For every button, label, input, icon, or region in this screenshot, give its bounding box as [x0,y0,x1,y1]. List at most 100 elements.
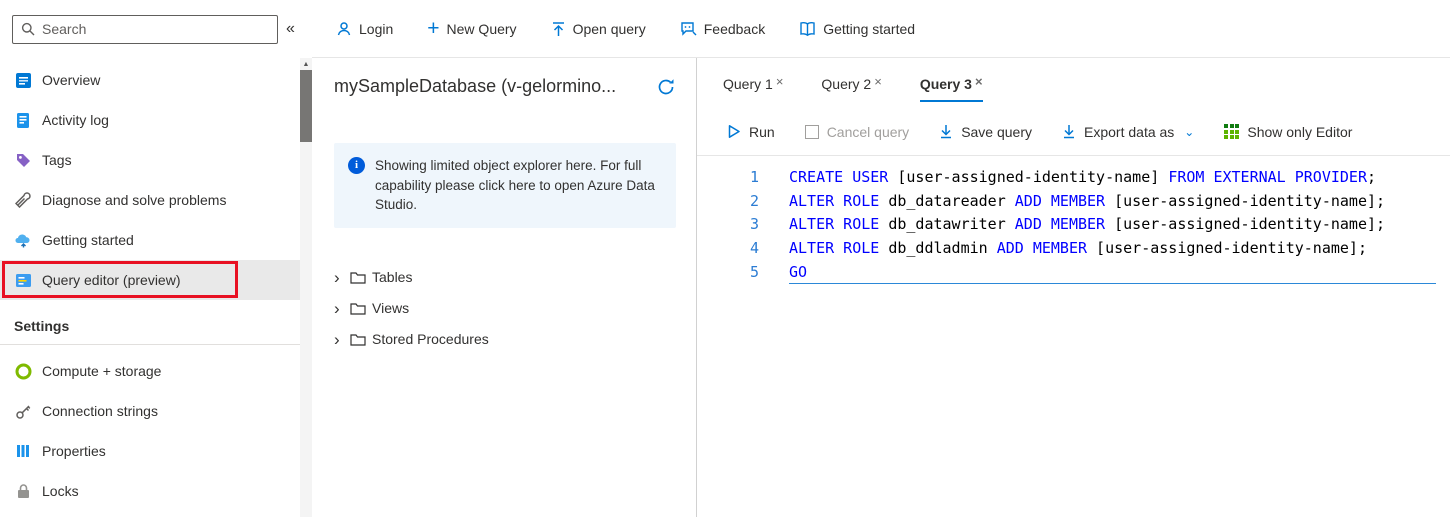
line-number: 1 [697,166,759,190]
tab-query-3[interactable]: Query 3 × [920,76,983,102]
query-editor-icon [14,271,32,289]
chevron-right-icon[interactable]: › [334,331,348,348]
code-line-current[interactable]: 5 GO [697,261,1450,285]
search-icon [21,22,35,36]
upload-icon [551,21,566,37]
new-query-button[interactable]: + New Query [427,18,516,39]
tab-query-1[interactable]: Query 1 × [723,76,783,102]
chevron-down-icon: ⌄ [1184,125,1194,139]
code-line[interactable]: 1 CREATE USER [user-assigned-identity-na… [697,166,1450,190]
tree-item-label: Tables [372,269,412,285]
folder-icon [350,302,366,315]
chevron-right-icon[interactable]: › [334,269,348,286]
open-query-button[interactable]: Open query [551,21,646,37]
sidebar-item-properties[interactable]: Properties [0,431,302,471]
query-tabs: Query 1 × Query 2 × Query 3 × [697,58,1450,102]
save-query-label: Save query [961,124,1032,140]
info-banner: i Showing limited object explorer here. … [334,143,676,228]
getting-started-label: Getting started [823,21,915,37]
object-tree: › Tables › Views › [334,262,676,355]
scrollbar-up-icon[interactable]: ▲ [300,58,312,68]
line-number: 5 [697,261,759,285]
getting-started-icon [14,231,32,249]
main-area: Login + New Query Open query [312,0,1450,517]
sidebar-item-label: Connection strings [42,403,158,419]
sidebar-item-label: Getting started [42,232,134,248]
login-button[interactable]: Login [336,21,393,37]
sidebar: « Overview Activity log Tags [0,0,312,517]
line-number: 3 [697,213,759,237]
sidebar-item-label: Tags [42,152,72,168]
export-data-button[interactable]: Export data as ⌄ [1062,124,1194,140]
show-only-editor-label: Show only Editor [1247,124,1352,140]
code-line[interactable]: 3 ALTER ROLE db_datawriter ADD MEMBER [u… [697,213,1450,237]
save-query-button[interactable]: Save query [939,124,1032,140]
sidebar-item-label: Locks [42,483,79,499]
search-box[interactable] [12,15,278,44]
connection-strings-icon [14,402,32,420]
sidebar-scrollbar[interactable]: ▲ [300,58,312,517]
folder-icon [350,333,366,346]
run-label: Run [749,124,775,140]
show-only-editor-button[interactable]: Show only Editor [1224,124,1352,140]
line-number: 2 [697,190,759,214]
content-area: mySampleDatabase (v-gelormino... i Showi… [312,58,1450,517]
sidebar-item-compute-storage[interactable]: Compute + storage [0,351,302,391]
sidebar-search-row: « [0,0,312,58]
close-icon[interactable]: × [776,75,784,88]
close-icon[interactable]: × [975,75,983,88]
sidebar-item-label: Diagnose and solve problems [42,192,226,208]
plus-icon: + [427,18,439,39]
tree-item-tables[interactable]: › Tables [334,262,676,293]
sql-database-icon [14,71,32,89]
tree-item-views[interactable]: › Views [334,293,676,324]
wrench-icon [14,191,32,209]
sidebar-item-tags[interactable]: Tags [0,140,302,180]
tree-item-label: Stored Procedures [372,331,489,347]
search-input[interactable] [42,21,269,37]
book-icon [799,21,816,37]
code-line[interactable]: 2 ALTER ROLE db_datareader ADD MEMBER [u… [697,190,1450,214]
cancel-query-label: Cancel query [827,124,910,140]
sql-code-editor[interactable]: 1 CREATE USER [user-assigned-identity-na… [697,156,1450,517]
chevron-right-icon[interactable]: › [334,300,348,317]
feedback-icon [680,21,697,37]
code-line[interactable]: 4 ALTER ROLE db_ddladmin ADD MEMBER [use… [697,237,1450,261]
sidebar-item-diagnose[interactable]: Diagnose and solve problems [0,180,302,220]
query-editor-panel: Query 1 × Query 2 × Query 3 × [697,58,1450,517]
sidebar-item-getting-started[interactable]: Getting started [0,220,302,260]
tab-label: Query 2 [821,76,871,92]
close-icon[interactable]: × [874,75,882,88]
sidebar-nav: Overview Activity log Tags Diagnose and … [0,58,312,511]
grid-icon [1224,124,1239,139]
refresh-icon[interactable] [656,77,676,97]
sidebar-item-overview[interactable]: Overview [0,60,302,100]
tree-item-stored-procedures[interactable]: › Stored Procedures [334,324,676,355]
info-banner-text: Showing limited object explorer here. Fo… [375,156,662,215]
login-label: Login [359,21,393,37]
database-title: mySampleDatabase (v-gelormino... [334,76,616,97]
feedback-label: Feedback [704,21,765,37]
feedback-button[interactable]: Feedback [680,21,765,37]
tab-query-2[interactable]: Query 2 × [821,76,881,102]
getting-started-button[interactable]: Getting started [799,21,915,37]
run-button[interactable]: Run [727,124,775,140]
command-bar: Login + New Query Open query [312,0,1450,58]
scrollbar-thumb[interactable] [300,70,312,142]
sidebar-item-query-editor[interactable]: Query editor (preview) [0,260,302,300]
app-window: « Overview Activity log Tags [0,0,1450,517]
cancel-query-button[interactable]: Cancel query [805,124,910,140]
sidebar-item-connection-strings[interactable]: Connection strings [0,391,302,431]
export-data-label: Export data as [1084,124,1174,140]
tab-label: Query 1 [723,76,773,92]
open-query-label: Open query [573,21,646,37]
collapse-sidebar-icon[interactable]: « [286,20,295,38]
activity-log-icon [14,111,32,129]
sidebar-item-activity-log[interactable]: Activity log [0,100,302,140]
sidebar-item-locks[interactable]: Locks [0,471,302,511]
lock-icon [14,482,32,500]
sidebar-item-label: Compute + storage [42,363,161,379]
save-icon [939,124,953,139]
play-icon [727,124,741,139]
stop-icon [805,125,819,139]
